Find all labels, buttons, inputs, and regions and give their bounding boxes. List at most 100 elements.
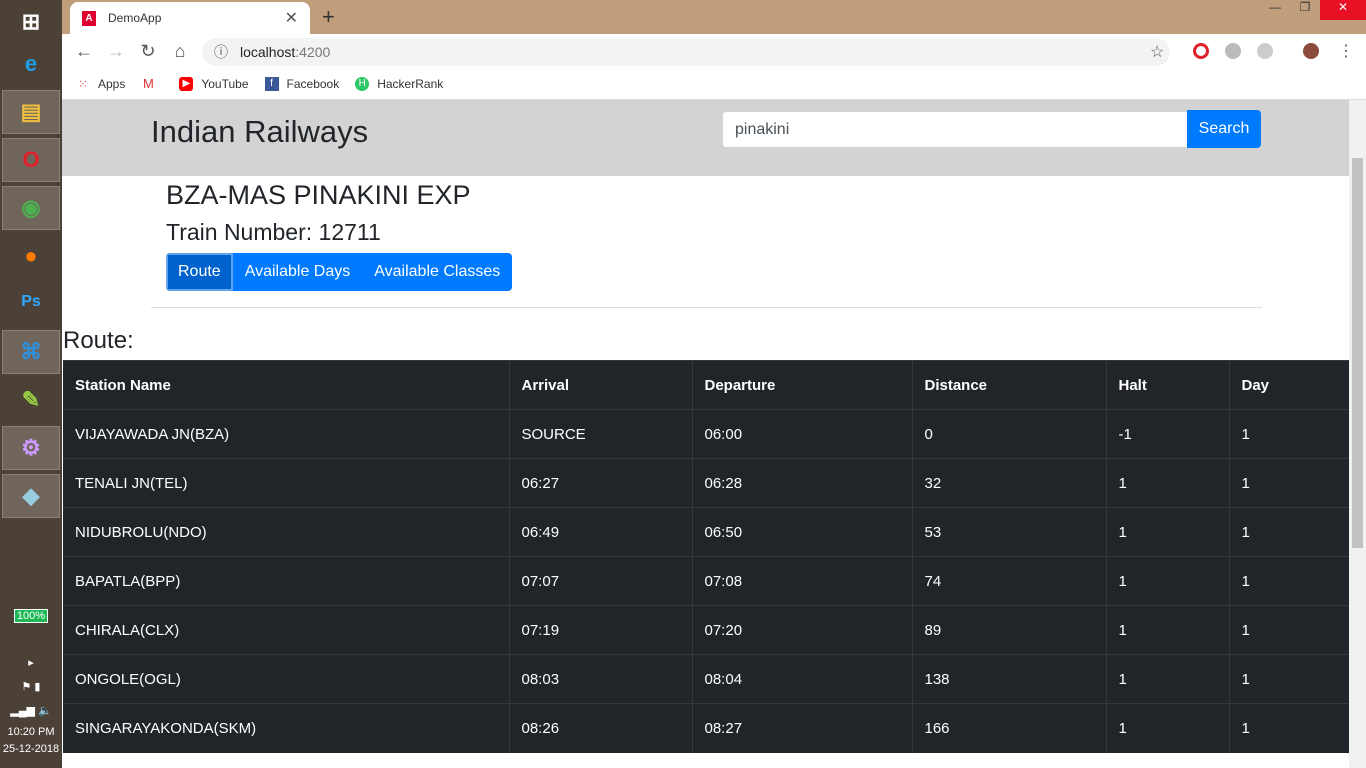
table-cell: 1 [1228,605,1349,655]
table-cell: 1 [1105,703,1229,753]
table-cell: 06:27 [508,458,692,508]
flag-power-icons[interactable]: ⚑ ▮ [0,680,62,693]
table-cell: VIJAYAWADA JN(BZA) [63,409,509,459]
opera-icon[interactable]: O [2,138,60,182]
table-cell: 07:19 [508,605,692,655]
chrome-window: A DemoApp ✕ + — ❐ ✕ ← → ↻ ⌂ ⓘ localhost:… [62,0,1366,768]
apps-grid-icon: ⁙ [77,76,89,91]
firefox-icon[interactable]: ● [2,234,60,278]
battery-indicator[interactable]: 100% [0,609,62,623]
table-cell: 1 [1228,409,1349,459]
profile-avatar[interactable] [1303,43,1319,59]
close-tab-icon[interactable]: ✕ [285,8,298,28]
brand-title: Indian Railways [151,114,369,149]
facebook-icon: f [264,76,279,91]
table-cell: 08:03 [508,654,692,704]
table-cell: TENALI JN(TEL) [63,458,509,508]
minimize-icon[interactable]: — [1260,0,1290,20]
table-cell: CHIRALA(CLX) [63,605,509,655]
home-icon[interactable]: ⌂ [164,41,196,62]
table-header-row: Station Name Arrival Departure Distance Halt… [63,360,1349,410]
close-window-icon[interactable]: ✕ [1320,0,1366,20]
column-header: Departure [691,360,912,410]
internet-explorer-icon[interactable]: e [2,42,60,86]
chrome-icon[interactable]: ◉ [2,186,60,230]
table-cell: 1 [1105,654,1229,704]
page-content: Indian Railways Search BZA-MAS PINAKINI … [62,100,1349,768]
back-icon[interactable]: ← [68,41,100,62]
tab-route[interactable]: Route [166,253,233,291]
table-cell: 07:20 [691,605,912,655]
search-input[interactable] [722,111,1188,148]
table-cell: 1 [1105,605,1229,655]
browser-toolbar: ← → ↻ ⌂ ⓘ localhost:4200 ☆ ⋮ [62,34,1366,68]
tab-title: DemoApp [108,11,162,25]
bookmark-facebook[interactable]: f Facebook [264,76,339,91]
browser-tab[interactable]: A DemoApp ✕ [70,2,310,34]
windows-taskbar: ⊞ e ▤ O ◉ ● Ps ⌘ ✎ ⚙ ◆ 100% ▸ ⚑ ▮ ▂▄▆ 🔈 … [0,0,62,768]
bookmark-gmail[interactable]: M [141,76,163,91]
table-row: NIDUBROLU(NDO) 06:49 06:50 53 1 1 [63,507,1349,557]
bookmark-hackerrank[interactable]: H HackerRank [355,76,443,91]
table-row: SINGARAYAKONDA(SKM) 08:26 08:27 166 1 1 [63,703,1349,753]
table-cell: 1 [1228,556,1349,606]
opera-extension-icon[interactable] [1193,43,1209,59]
table-cell: 166 [911,703,1106,753]
windows-start-icon[interactable]: ⊞ [2,0,60,44]
extension-icon-2[interactable] [1257,43,1273,59]
scrollbar-thumb[interactable] [1352,158,1363,548]
clock-time[interactable]: 10:20 PM [0,726,62,738]
column-header: Arrival [508,360,692,410]
info-icon: ⓘ [214,44,228,60]
table-cell: SOURCE [508,409,692,459]
bookmark-star-icon[interactable]: ☆ [1150,42,1164,62]
table-cell: 53 [911,507,1106,557]
forward-icon[interactable]: → [100,41,132,62]
table-cell: 32 [911,458,1106,508]
reload-icon[interactable]: ↻ [132,41,164,62]
table-row: ONGOLE(OGL) 08:03 08:04 138 1 1 [63,654,1349,704]
table-cell: 138 [911,654,1106,704]
restore-icon[interactable]: ❐ [1290,0,1320,20]
clock-date[interactable]: 25-12-2018 [0,743,62,755]
table-cell: 06:49 [508,507,692,557]
table-cell: 1 [1105,556,1229,606]
app-icon[interactable]: ◆ [2,474,60,518]
show-hidden-icons[interactable]: ▸ [0,656,62,669]
table-cell: SINGARAYAKONDA(SKM) [63,703,509,753]
search-button[interactable]: Search [1187,110,1261,148]
bookmark-apps[interactable]: ⁙ Apps [76,77,125,91]
train-number: Train Number: 12711 [166,219,381,245]
vscode-icon[interactable]: ⌘ [2,330,60,374]
column-header: Day [1228,360,1349,410]
table-cell: 08:27 [691,703,912,753]
notepad-plus-icon[interactable]: ✎ [2,378,60,422]
route-heading: Route: [63,327,134,354]
youtube-icon: ▶ [179,76,194,91]
navbar: Indian Railways Search [62,100,1349,176]
photoshop-icon[interactable]: Ps [2,280,60,324]
network-volume-icons[interactable]: ▂▄▆ 🔈 [0,704,62,717]
extension-icon[interactable] [1225,43,1241,59]
table-row: BAPATLA(BPP) 07:07 07:08 74 1 1 [63,556,1349,606]
table-cell: 1 [1105,458,1229,508]
table-cell: 07:07 [508,556,692,606]
table-cell: 08:26 [508,703,692,753]
table-cell: 06:50 [691,507,912,557]
address-bar[interactable]: ⓘ localhost:4200 [202,38,1170,66]
table-cell: 1 [1228,507,1349,557]
tab-available-classes[interactable]: Available Classes [362,253,513,291]
new-tab-icon[interactable]: + [322,4,335,30]
bookmark-youtube[interactable]: ▶ YouTube [179,76,249,91]
table-cell: NIDUBROLU(NDO) [63,507,509,557]
tab-available-days[interactable]: Available Days [232,253,363,291]
table-cell: 08:04 [691,654,912,704]
tab-strip: A DemoApp ✕ + — ❐ ✕ [62,0,1366,34]
table-cell: 89 [911,605,1106,655]
settings-icon[interactable]: ⚙ [2,426,60,470]
page-scrollbar[interactable] [1349,100,1366,768]
file-explorer-icon[interactable]: ▤ [2,90,60,134]
table-row: TENALI JN(TEL) 06:27 06:28 32 1 1 [63,458,1349,508]
menu-icon[interactable]: ⋮ [1338,41,1354,61]
column-header: Distance [911,360,1106,410]
